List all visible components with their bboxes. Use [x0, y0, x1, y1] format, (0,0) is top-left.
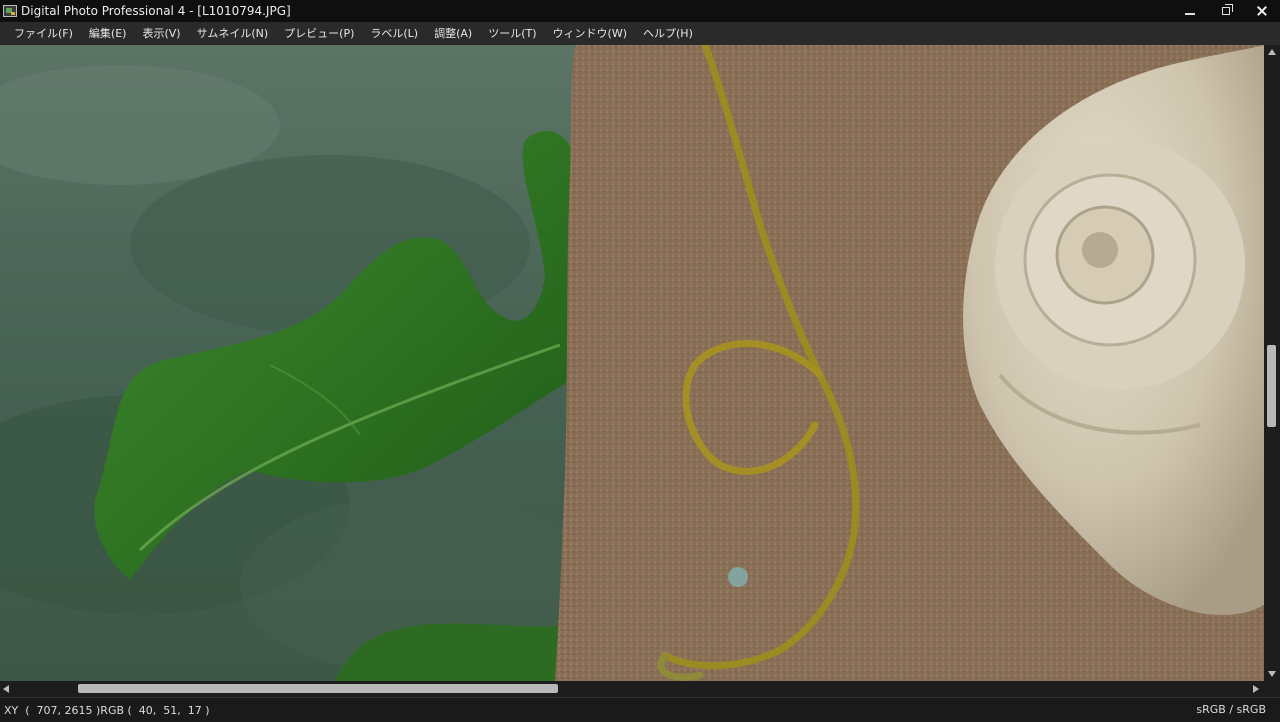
window-controls — [1172, 0, 1280, 22]
menu-bar: ファイル(F) 編集(E) 表示(V) サムネイル(N) プレビュー(P) ラベ… — [0, 22, 1280, 45]
photo — [0, 45, 1264, 681]
menu-view[interactable]: 表示(V) — [134, 22, 188, 45]
scrollbar-corner — [1264, 681, 1280, 697]
scroll-left-icon[interactable] — [3, 685, 9, 693]
app-icon[interactable] — [3, 5, 17, 17]
menu-tools[interactable]: ツール(T) — [480, 22, 544, 45]
menu-window[interactable]: ウィンドウ(W) — [545, 22, 635, 45]
scroll-right-icon[interactable] — [1253, 685, 1259, 693]
menu-adjust[interactable]: 調整(A) — [426, 22, 480, 45]
close-icon[interactable] — [1244, 0, 1280, 22]
cursor-xy-rgb-readout: XY ( 707, 2615 )RGB ( 40, 51, 17 ) — [4, 703, 210, 717]
status-bar: XY ( 707, 2615 )RGB ( 40, 51, 17 ) sRGB … — [0, 697, 1280, 722]
vertical-scrollbar[interactable] — [1264, 45, 1280, 681]
vertical-scroll-thumb[interactable] — [1267, 345, 1276, 427]
menu-file[interactable]: ファイル(F) — [6, 22, 81, 45]
horizontal-scrollbar[interactable] — [0, 681, 1264, 697]
scroll-up-icon[interactable] — [1268, 49, 1276, 55]
color-profile-readout: sRGB / sRGB — [1196, 703, 1266, 716]
menu-label[interactable]: ラベル(L) — [362, 22, 426, 45]
minimize-icon[interactable] — [1172, 0, 1208, 22]
menu-thumbnail[interactable]: サムネイル(N) — [189, 22, 277, 45]
window-title: Digital Photo Professional 4 - [L1010794… — [21, 4, 291, 18]
image-preview[interactable] — [0, 45, 1264, 681]
menu-help[interactable]: ヘルプ(H) — [635, 22, 701, 45]
menu-edit[interactable]: 編集(E) — [81, 22, 135, 45]
title-bar: Digital Photo Professional 4 - [L1010794… — [0, 0, 1280, 22]
scroll-down-icon[interactable] — [1268, 671, 1276, 677]
restore-icon[interactable] — [1208, 0, 1244, 22]
menu-preview[interactable]: プレビュー(P) — [276, 22, 362, 45]
horizontal-scroll-thumb[interactable] — [78, 684, 558, 693]
